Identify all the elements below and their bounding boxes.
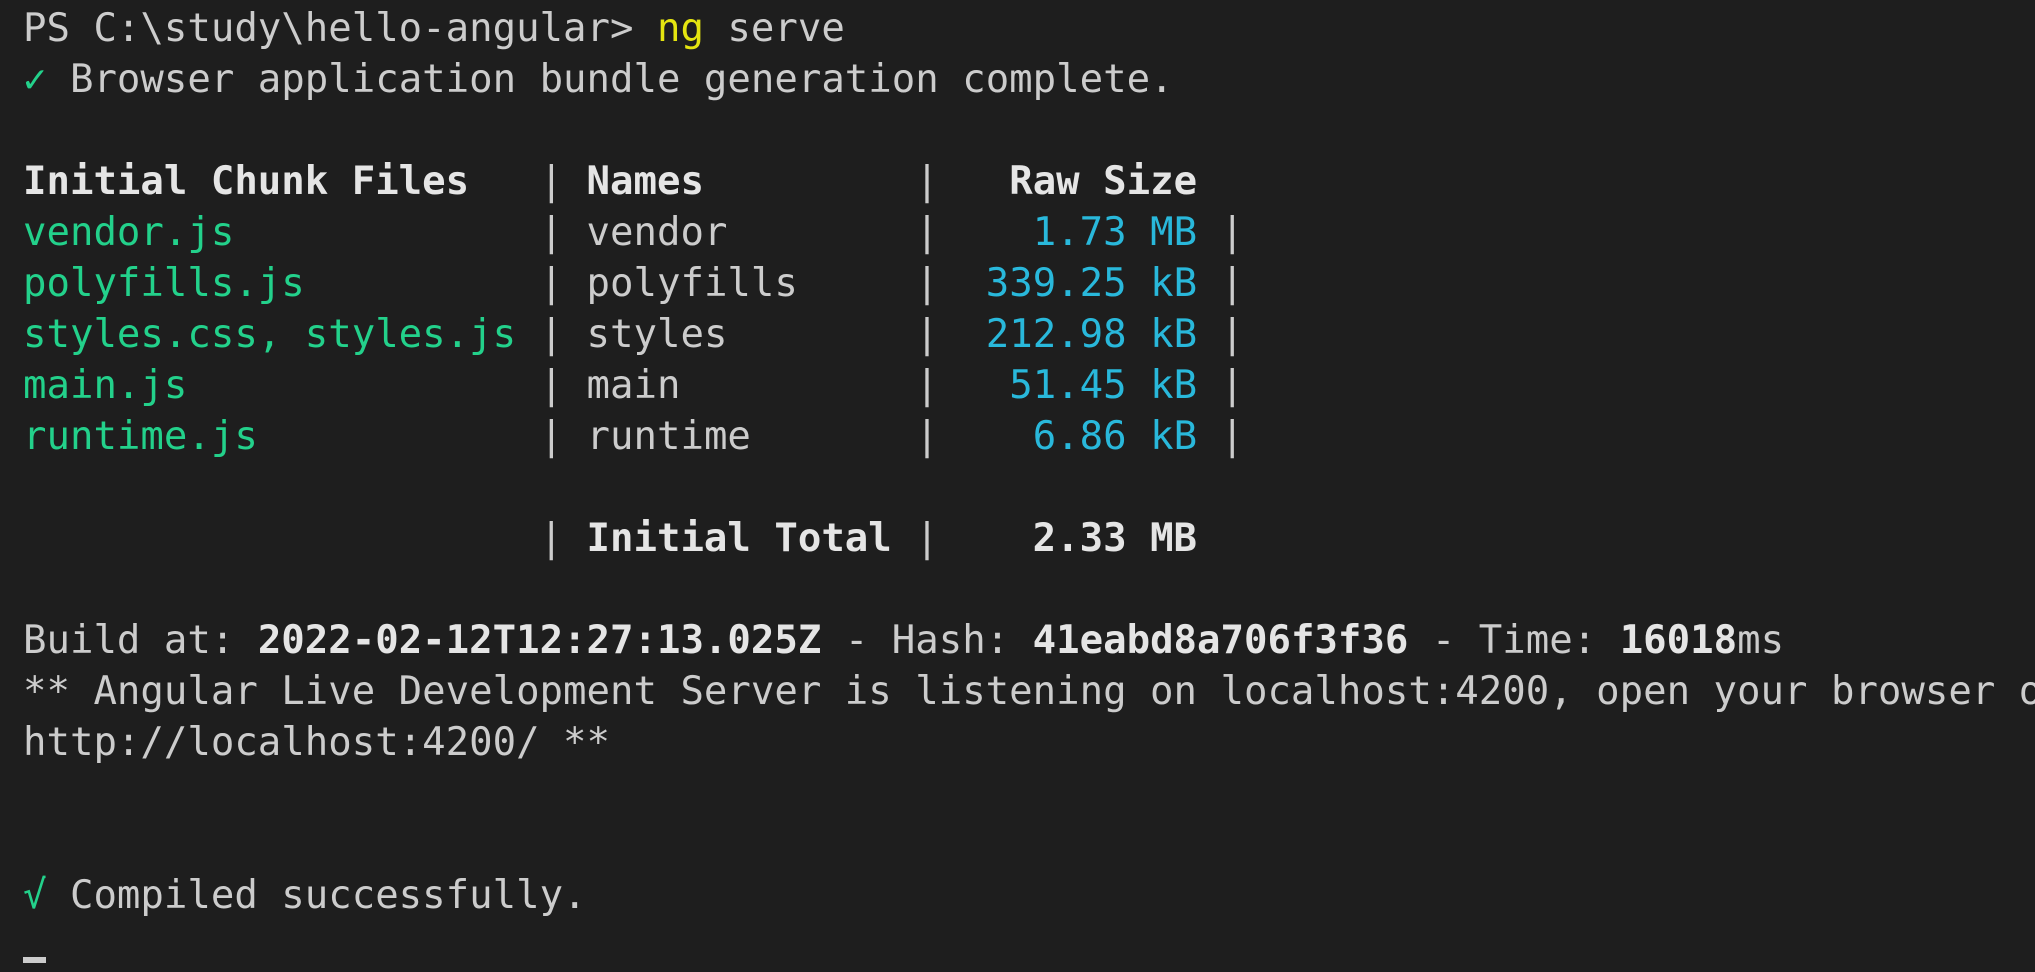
checkmark-icon: ✓	[23, 57, 47, 102]
column-separator: |	[915, 516, 963, 561]
time-value: 16018	[1619, 618, 1738, 663]
header-raw-size: Raw Size	[962, 159, 1198, 204]
chunk-name: styles	[586, 312, 916, 357]
command-args: serve	[703, 6, 845, 51]
chunk-file: main.js	[23, 363, 517, 408]
chunk-size: 6.86 kB	[962, 414, 1198, 459]
cursor-icon	[23, 957, 46, 963]
server-url-text: http://localhost:4200/ **	[23, 720, 610, 765]
cursor-line	[23, 921, 2035, 972]
column-separator: |	[915, 210, 963, 255]
checkmark-icon: √	[23, 873, 47, 918]
chunk-file: vendor.js	[23, 210, 517, 255]
chunk-file: polyfills.js	[23, 261, 517, 306]
server-info-text: ** Angular Live Development Server is li…	[23, 669, 2035, 714]
column-separator: |	[516, 159, 587, 204]
header-files: Initial Chunk Files	[23, 159, 517, 204]
column-separator: |	[1197, 312, 1245, 357]
chunk-name: vendor	[586, 210, 916, 255]
compiled-text: Compiled successfully.	[46, 873, 587, 918]
server-url-line: http://localhost:4200/ **	[23, 717, 2035, 768]
column-separator: |	[1197, 261, 1245, 306]
prompt-path: PS C:\study\hello-angular>	[23, 6, 657, 51]
terminal-output[interactable]: PS C:\study\hello-angular> ng serve ✓ Br…	[23, 3, 2035, 972]
table-row: styles.css, styles.js | styles | 212.98 …	[23, 309, 2035, 360]
bundle-status-text: Browser application bundle generation co…	[69, 57, 1174, 102]
total-label: Initial Total	[586, 516, 916, 561]
column-separator: |	[516, 414, 587, 459]
build-at-value: 2022-02-12T12:27:13.025Z	[257, 618, 822, 663]
column-separator: |	[516, 363, 587, 408]
column-separator: |	[1197, 210, 1245, 255]
column-separator: |	[915, 363, 963, 408]
prompt-line: PS C:\study\hello-angular> ng serve	[23, 3, 2035, 54]
build-info-line: Build at: 2022-02-12T12:27:13.025Z - Has…	[23, 615, 2035, 666]
chunk-table: Initial Chunk Files | Names | Raw Size ve…	[23, 156, 2035, 564]
chunk-file: runtime.js	[23, 414, 517, 459]
table-row: vendor.js | vendor | 1.73 MB |	[23, 207, 2035, 258]
compiled-line: √ Compiled successfully.	[23, 870, 2035, 921]
bundle-status-line: ✓ Browser application bundle generation …	[23, 54, 2035, 105]
chunk-size: 212.98 kB	[962, 312, 1198, 357]
table-row: runtime.js | runtime | 6.86 kB |	[23, 411, 2035, 462]
build-at-label: Build at:	[23, 618, 258, 663]
column-separator: |	[915, 414, 963, 459]
command-name: ng	[656, 6, 704, 51]
column-separator: |	[915, 312, 963, 357]
chunk-size: 51.45 kB	[962, 363, 1198, 408]
column-separator: |	[516, 312, 587, 357]
column-separator: |	[516, 210, 587, 255]
column-separator: |	[23, 516, 587, 561]
hash-label: - Hash:	[821, 618, 1033, 663]
chunk-name: runtime	[586, 414, 916, 459]
column-separator: |	[1197, 363, 1245, 408]
hash-value: 41eabd8a706f3f36	[1032, 618, 1409, 663]
server-info-line: ** Angular Live Development Server is li…	[23, 666, 2035, 717]
chunk-name: main	[586, 363, 916, 408]
table-total-row: | Initial Total | 2.33 MB	[23, 513, 2035, 564]
table-header-row: Initial Chunk Files | Names | Raw Size	[23, 156, 2035, 207]
chunk-size: 1.73 MB	[962, 210, 1198, 255]
header-names: Names	[586, 159, 916, 204]
total-value: 2.33 MB	[962, 516, 1198, 561]
time-unit: ms	[1737, 618, 1785, 663]
table-row: main.js | main | 51.45 kB |	[23, 360, 2035, 411]
time-label: - Time:	[1408, 618, 1620, 663]
table-row: polyfills.js | polyfills | 339.25 kB |	[23, 258, 2035, 309]
column-separator: |	[516, 261, 587, 306]
chunk-file: styles.css, styles.js	[23, 312, 517, 357]
column-separator: |	[915, 261, 963, 306]
column-separator: |	[915, 159, 963, 204]
column-separator: |	[1197, 414, 1245, 459]
chunk-name: polyfills	[586, 261, 916, 306]
chunk-size: 339.25 kB	[962, 261, 1198, 306]
